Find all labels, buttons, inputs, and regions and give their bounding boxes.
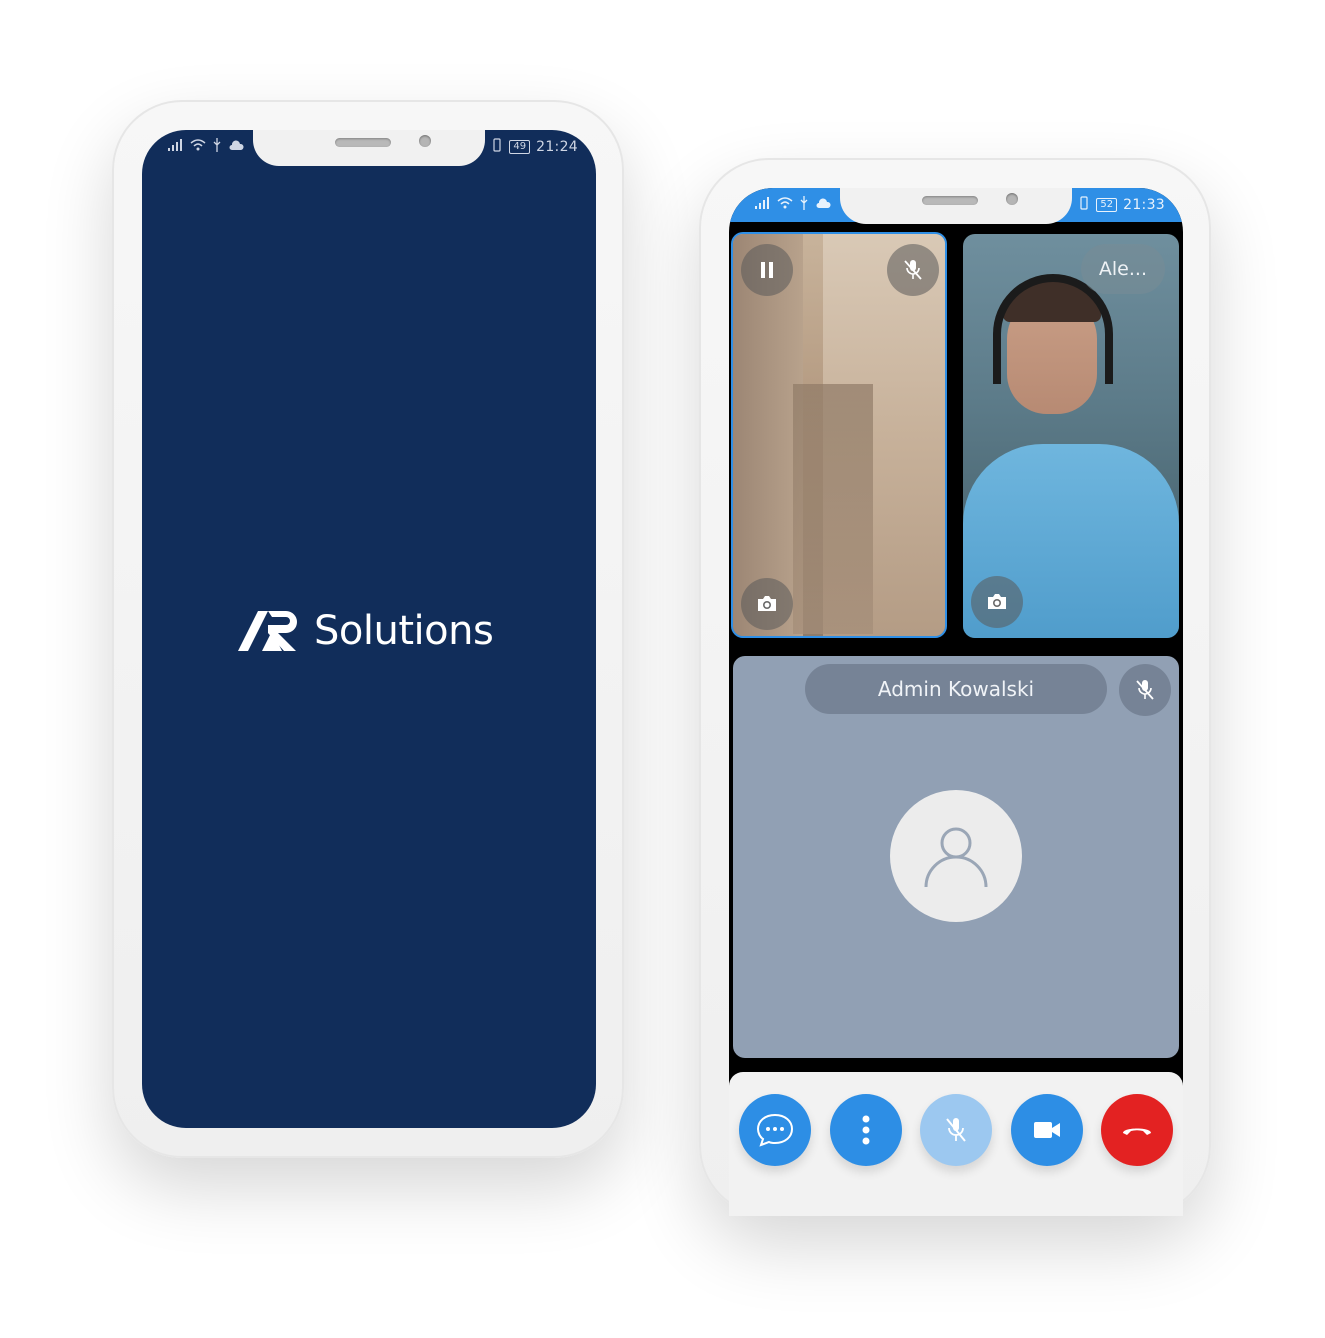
front-camera [1006, 193, 1018, 205]
mute-button[interactable] [920, 1094, 992, 1166]
remote-video-tile[interactable]: Ale... [963, 234, 1179, 638]
vibrate-icon [1078, 196, 1090, 214]
battery-level: 49 [509, 140, 531, 154]
signal-icon [755, 197, 771, 213]
snapshot-button[interactable] [971, 576, 1023, 628]
more-vertical-icon [862, 1115, 870, 1145]
signal-icon [168, 139, 184, 155]
wifi-icon [190, 139, 206, 155]
pause-video-button[interactable] [741, 244, 793, 296]
splash-screen: 49 21:24 Solutions [142, 130, 596, 1128]
splash-phone: 49 21:24 Solutions [112, 100, 624, 1158]
user-icon [924, 827, 988, 888]
participant-name: Ale... [1080, 244, 1165, 294]
phone-notch [840, 188, 1072, 224]
brand-name: Solutions [314, 608, 494, 654]
front-camera [419, 135, 431, 147]
vibrate-icon [491, 138, 503, 156]
cloud-icon [815, 197, 831, 213]
local-video-tile[interactable] [731, 232, 947, 638]
call-phone: 52 21:33 Ale... Admin Kowalski [699, 158, 1211, 1216]
status-time: 21:33 [1123, 197, 1165, 213]
chat-button[interactable] [739, 1094, 811, 1166]
brand-logo: Solutions [238, 608, 494, 654]
earpiece [335, 138, 391, 147]
participant-muted-indicator [1119, 664, 1171, 716]
mute-participant-button[interactable] [887, 244, 939, 296]
call-controls [729, 1072, 1183, 1216]
call-screen: 52 21:33 Ale... Admin Kowalski [729, 188, 1183, 1216]
wifi-icon [777, 197, 793, 213]
usb-icon [799, 196, 809, 214]
more-options-button[interactable] [830, 1094, 902, 1166]
hang-up-button[interactable] [1101, 1094, 1173, 1166]
status-time: 21:24 [536, 139, 578, 155]
camera-icon [988, 594, 1006, 609]
video-toggle-button[interactable] [1011, 1094, 1083, 1166]
hangup-icon [1123, 1128, 1151, 1135]
video-icon [1034, 1122, 1060, 1138]
participant-name: Admin Kowalski [805, 664, 1107, 714]
snapshot-button[interactable] [741, 578, 793, 630]
audio-participant-tile[interactable]: Admin Kowalski [733, 656, 1179, 1058]
pause-icon [761, 262, 773, 278]
chat-icon [756, 1113, 794, 1147]
usb-icon [212, 138, 222, 156]
cloud-icon [228, 139, 244, 155]
ar-logo-mark-icon [238, 611, 297, 651]
mic-off-icon [946, 1118, 966, 1142]
mic-off-icon [904, 260, 922, 280]
phone-notch [253, 130, 485, 166]
battery-level: 52 [1096, 198, 1118, 212]
mic-off-icon [1136, 680, 1154, 700]
camera-icon [758, 596, 776, 611]
earpiece [922, 196, 978, 205]
avatar [890, 790, 1022, 922]
